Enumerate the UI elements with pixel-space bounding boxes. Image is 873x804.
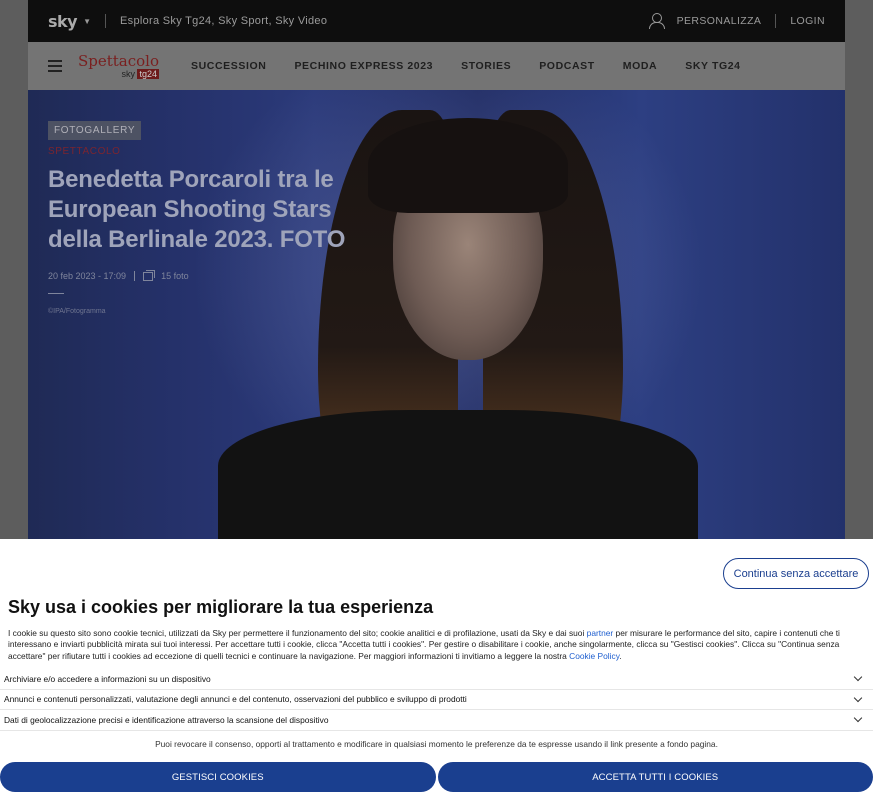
continue-without-accepting-button[interactable]: Continua senza accettare <box>723 558 869 589</box>
brand-sub: sky tg24 <box>121 68 160 79</box>
cookie-policy-link[interactable]: Cookie Policy <box>569 651 619 661</box>
page: sky ▼ Esplora Sky Tg24, Sky Sport, Sky V… <box>0 0 873 804</box>
purpose-item[interactable]: Dati di geolocalizzazione precisi e iden… <box>0 710 873 731</box>
article-meta: 20 feb 2023 - 17:09 15 foto <box>48 269 388 281</box>
photo-count: 15 foto <box>161 271 189 281</box>
divider <box>48 293 64 294</box>
purpose-list: Archiviare e/o accedere a informazioni s… <box>0 669 873 731</box>
article-date: 20 feb 2023 - 17:09 <box>48 271 127 281</box>
sky-logo[interactable]: sky <box>48 12 78 31</box>
nav-item-stories[interactable]: STORIES <box>461 60 511 72</box>
consent-text-part1: I cookie su questo sito sono cookie tecn… <box>8 628 587 638</box>
hero-shape <box>218 410 698 540</box>
consent-title: Sky usa i cookies per migliorare la tua … <box>8 597 434 617</box>
accept-all-cookies-button[interactable]: ACCETTA TUTTI I COOKIES <box>437 762 873 792</box>
partner-link[interactable]: partner <box>587 628 614 638</box>
revoke-note: Puoi revocare il consenso, opporti al tr… <box>155 739 718 749</box>
menu-icon[interactable] <box>48 60 62 72</box>
purpose-item[interactable]: Annunci e contenuti personalizzati, valu… <box>0 690 873 710</box>
consent-actions: GESTISCI COOKIES ACCETTA TUTTI I COOKIES <box>0 762 873 792</box>
explore-link[interactable]: Esplora Sky Tg24, Sky Sport, Sky Video <box>120 15 327 27</box>
login-link[interactable]: LOGIN <box>790 15 825 27</box>
chevron-down-icon[interactable] <box>853 673 863 682</box>
hero-shape <box>368 118 568 213</box>
purpose-label: Archiviare e/o accedere a informazioni s… <box>4 673 211 684</box>
fotogallery-tag: FOTOGALLERY <box>48 121 142 140</box>
nav-item-sky-tg24[interactable]: SKY TG24 <box>685 60 740 72</box>
consent-text-part3: . <box>619 650 622 661</box>
manage-cookies-button[interactable]: GESTISCI COOKIES <box>0 762 436 792</box>
purpose-label: Annunci e contenuti personalizzati, valu… <box>4 694 467 705</box>
brand-sub-badge: tg24 <box>137 68 160 79</box>
nav-item-pechino-express[interactable]: PECHINO EXPRESS 2023 <box>294 60 433 72</box>
chevron-down-icon[interactable] <box>853 693 863 702</box>
purpose-label: Dati di geolocalizzazione precisi e iden… <box>4 714 329 725</box>
article-headline: Benedetta Porcaroli tra le European Shoo… <box>48 166 346 253</box>
chevron-down-icon[interactable]: ▼ <box>83 17 91 26</box>
brand-title: Spettacolo <box>78 51 160 70</box>
chevron-down-icon[interactable] <box>853 714 863 723</box>
photo-credit: ©IPA/Fotogramma <box>48 308 106 315</box>
section-nav: Spettacolo sky tg24 SUCCESSION PECHINO E… <box>28 42 845 90</box>
user-icon[interactable] <box>648 13 665 29</box>
article-header: FOTOGALLERY SPETTACOLO Benedetta Porcaro… <box>48 120 388 315</box>
category-label[interactable]: SPETTACOLO <box>48 146 388 157</box>
spettacolo-logo[interactable]: Spettacolo sky tg24 <box>78 51 160 79</box>
divider <box>105 14 107 28</box>
nav-item-succession[interactable]: SUCCESSION <box>191 60 266 72</box>
divider <box>134 271 136 281</box>
divider <box>775 14 777 28</box>
nav-items: SUCCESSION PECHINO EXPRESS 2023 STORIES … <box>191 60 741 72</box>
cookie-consent-banner: Continua senza accettare Sky usa i cooki… <box>0 539 873 804</box>
personalizza-link[interactable]: PERSONALIZZA <box>677 15 762 27</box>
top-right-actions: PERSONALIZZA LOGIN <box>648 13 825 29</box>
site-frame: sky ▼ Esplora Sky Tg24, Sky Sport, Sky V… <box>28 0 845 540</box>
brand-sub-prefix: sky <box>121 68 135 79</box>
consent-text: I cookie su questo sito sono cookie tecn… <box>8 628 863 662</box>
nav-item-moda[interactable]: MODA <box>623 60 657 72</box>
nav-item-podcast[interactable]: PODCAST <box>539 60 595 72</box>
gallery-icon <box>143 269 156 281</box>
purpose-item[interactable]: Archiviare e/o accedere a informazioni s… <box>0 669 873 690</box>
hero-image[interactable]: FOTOGALLERY SPETTACOLO Benedetta Porcaro… <box>28 90 845 540</box>
top-bar: sky ▼ Esplora Sky Tg24, Sky Sport, Sky V… <box>28 0 845 42</box>
